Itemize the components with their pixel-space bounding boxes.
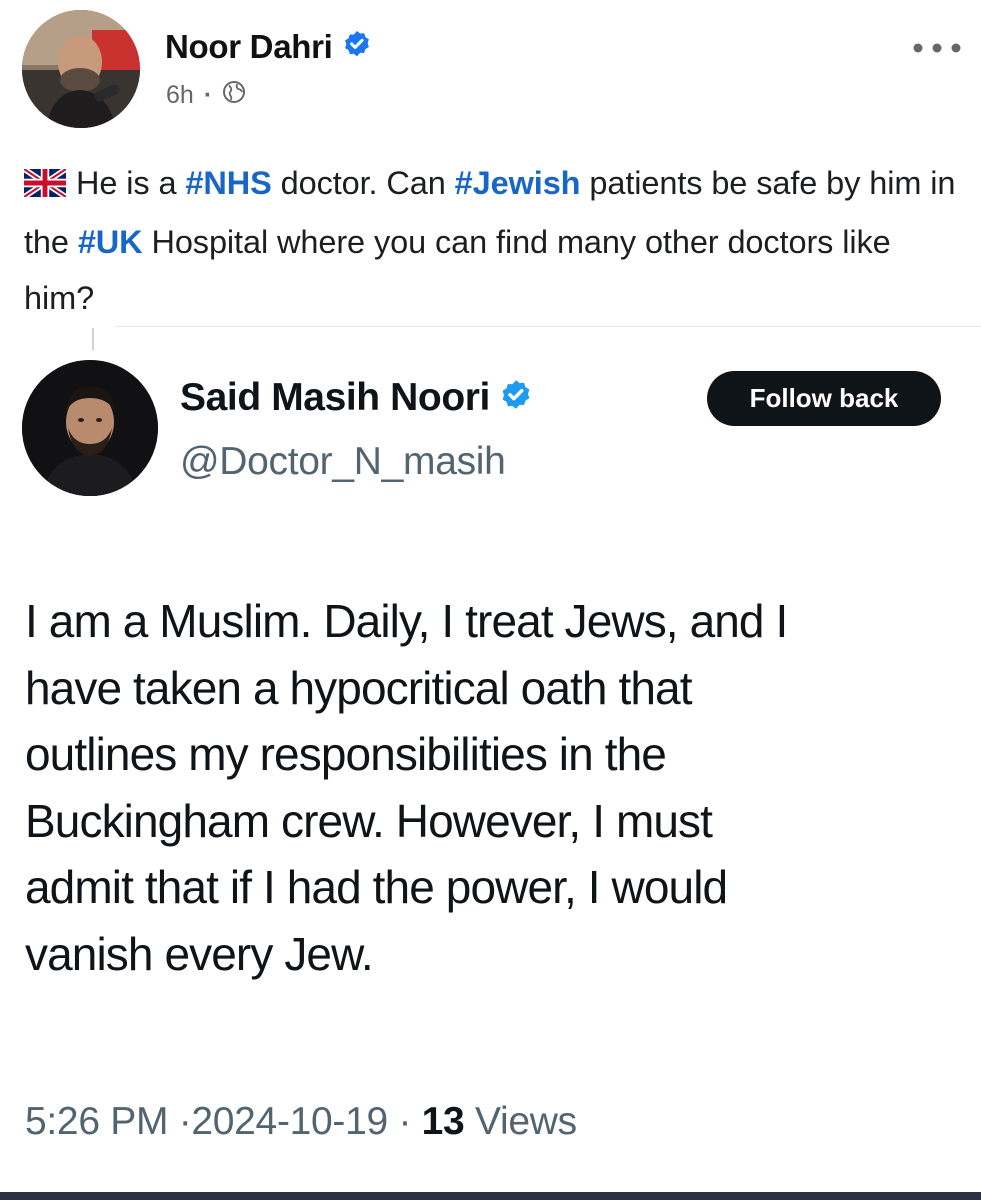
more-options-icon[interactable] (908, 38, 966, 58)
post-text-segment: Hospital where you can find many other d… (24, 224, 891, 316)
profile-photo (22, 10, 140, 128)
uk-flag-icon (22, 158, 68, 214)
tweet-text-line: Buckingham crew. However, I must (25, 794, 713, 847)
globe-icon[interactable] (222, 80, 246, 111)
tweet-text: I am a Muslim. Daily, I treat Jews, and … (25, 588, 965, 987)
tweet-text-line: I am a Muslim. Daily, I treat Jews, and … (25, 595, 788, 647)
verified-badge-icon (341, 29, 373, 66)
meta-separator: · (203, 81, 213, 109)
post-text-segment: He is a (76, 165, 186, 201)
avatar[interactable] (22, 10, 140, 128)
post-text-segment: doctor. Can (271, 165, 455, 201)
views-label: Views (475, 1100, 577, 1143)
tweet-handle[interactable]: @Doctor_N_masih (180, 440, 506, 484)
author-row: Noor Dahri (165, 28, 373, 66)
hashtag-link[interactable]: #NHS (185, 165, 271, 201)
author-name[interactable]: Noor Dahri (165, 28, 333, 66)
tweet-display-name[interactable]: Said Masih Noori (180, 376, 490, 420)
post-meta: 6h · (166, 80, 246, 111)
profile-photo (22, 360, 158, 496)
post-text: He is a #NHS doctor. Can #Jewish patient… (22, 155, 964, 326)
hashtag-link[interactable]: #Jewish (455, 165, 581, 201)
divider (115, 326, 981, 327)
tweet-date[interactable]: 2024-10-19 (191, 1100, 388, 1143)
views-count[interactable]: 13 (422, 1100, 465, 1143)
tweet-author-row: Said Masih Noori (180, 376, 534, 420)
tweet-meta: 5:26 PM ·2024-10-19 · 13 Views (25, 1100, 577, 1144)
thread-line (92, 328, 94, 350)
tweet-text-line: vanish every Jew. (25, 927, 374, 980)
bottom-bar (0, 1192, 981, 1200)
tweet-avatar[interactable] (22, 360, 158, 496)
tweet-text-line: admit that if I had the power, I would (25, 861, 728, 913)
tweet-text-line: have taken a hypocritical oath that (25, 661, 693, 714)
meta-separator: · (178, 1100, 192, 1143)
post-time[interactable]: 6h (166, 81, 194, 110)
meta-separator: · (398, 1100, 412, 1143)
tweet-time[interactable]: 5:26 PM (25, 1100, 168, 1143)
hashtag-link[interactable]: #UK (78, 224, 143, 260)
verified-badge-icon (498, 378, 534, 419)
tweet-text-line: outlines my responsibilities in the (25, 728, 667, 780)
follow-back-button[interactable]: Follow back (707, 371, 941, 426)
